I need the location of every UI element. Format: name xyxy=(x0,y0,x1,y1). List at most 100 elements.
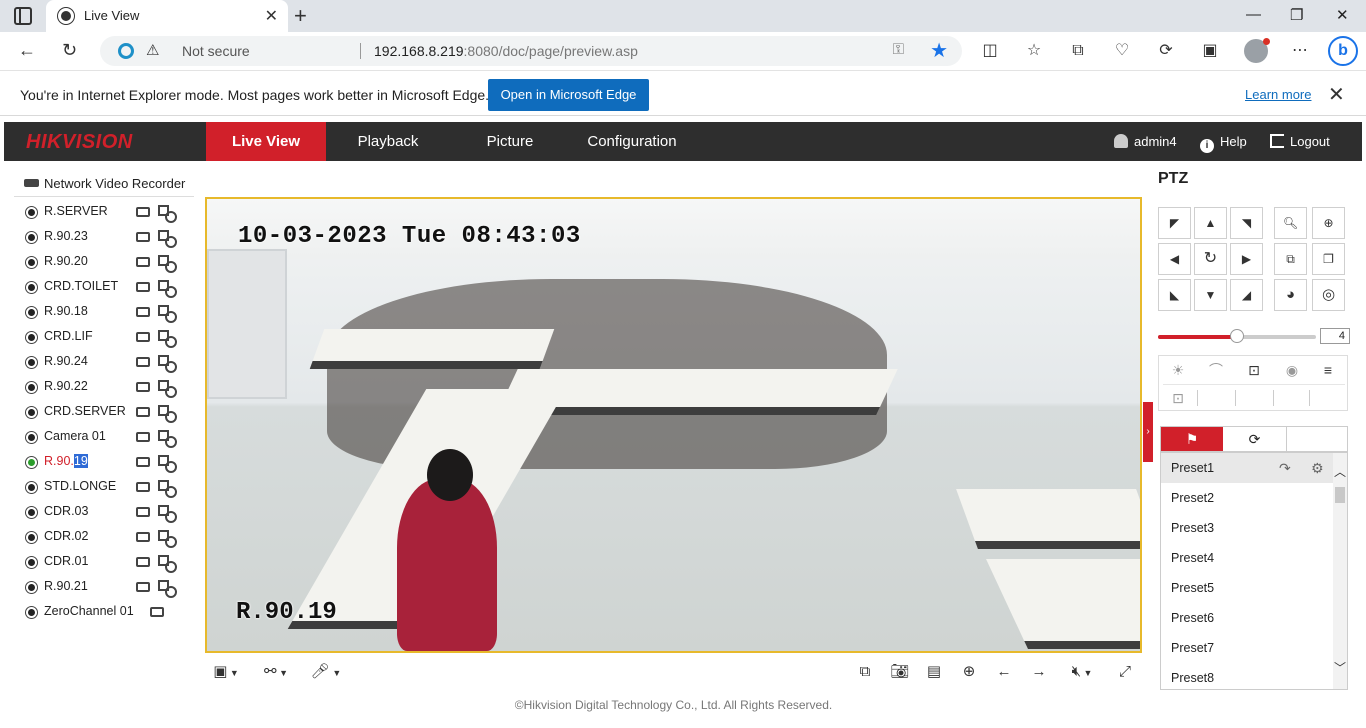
zoom-out-button[interactable]: 🔍︎ xyxy=(1274,207,1307,239)
camera-item[interactable]: R.SERVER xyxy=(26,204,194,224)
record-icon[interactable] xyxy=(136,282,150,292)
record-clip-icon[interactable]: ▤ xyxy=(921,662,947,682)
camera-item[interactable]: CRD.LIF xyxy=(26,329,194,349)
ptz-icon[interactable] xyxy=(158,230,177,248)
scroll-thumb[interactable] xyxy=(1335,487,1345,503)
record-icon[interactable] xyxy=(136,257,150,267)
tab-patrol-icon[interactable]: ⟳ xyxy=(1223,427,1287,451)
ptz-right-up-button[interactable]: ◥ xyxy=(1230,207,1263,239)
camera-item[interactable]: CDR.01 xyxy=(26,554,194,574)
ptz-icon[interactable] xyxy=(158,480,177,498)
iris-open-button[interactable]: ◎ xyxy=(1312,279,1345,311)
refresh-icon[interactable]: ↻ xyxy=(62,40,77,61)
screenshot-icon[interactable]: ▣ xyxy=(1198,39,1222,63)
ptz-right-button[interactable]: ▶ xyxy=(1230,243,1263,275)
url-text[interactable]: 192.168.8.219:8080/doc/page/preview.asp xyxy=(374,43,638,59)
list-item[interactable]: Preset7 xyxy=(1161,633,1333,663)
more-menu-icon[interactable]: ⋯ xyxy=(1288,39,1312,63)
ptz-icon[interactable] xyxy=(158,355,177,373)
nav-live-view[interactable]: Live View xyxy=(206,122,326,161)
stop-all-icon[interactable]: ⧉ xyxy=(852,662,878,682)
record-icon[interactable] xyxy=(136,482,150,492)
ptz-icon[interactable] xyxy=(158,430,177,448)
key-icon[interactable]: ⚿ xyxy=(893,41,904,58)
ptz-left-up-button[interactable]: ◤ xyxy=(1158,207,1191,239)
bing-icon[interactable]: b xyxy=(1328,36,1358,66)
list-item[interactable]: Preset4 xyxy=(1161,543,1333,573)
ptz-icon[interactable] xyxy=(158,405,177,423)
collections-icon[interactable]: ⧉ xyxy=(1066,39,1090,63)
nav-picture[interactable]: Picture xyxy=(450,122,570,161)
record-icon[interactable] xyxy=(136,557,150,567)
nav-configuration[interactable]: Configuration xyxy=(572,122,692,161)
browser-tab[interactable]: Live View ✕ xyxy=(46,0,288,32)
scroll-up-icon[interactable]: ︿ xyxy=(1333,463,1347,480)
back-icon[interactable]: ← xyxy=(18,40,36,61)
light-icon[interactable]: ☀ xyxy=(1159,356,1197,384)
camera-item[interactable]: R.90.20 xyxy=(26,254,194,274)
user-menu[interactable]: admin4 xyxy=(1114,134,1177,149)
warning-icon[interactable]: ⚠ xyxy=(146,41,159,59)
ptz-icon[interactable] xyxy=(158,505,177,523)
nvr-root[interactable]: Network Video Recorder xyxy=(24,176,185,191)
open-in-edge-button[interactable]: Open in Microsoft Edge xyxy=(488,79,649,111)
lens-init-icon[interactable]: ◉ xyxy=(1273,356,1311,384)
record-icon[interactable] xyxy=(136,532,150,542)
ptz-speed-value[interactable]: 4 xyxy=(1320,328,1350,344)
tab-pattern[interactable] xyxy=(1287,427,1347,451)
tab-close-icon[interactable]: ✕ xyxy=(265,6,278,26)
ptz-icon[interactable] xyxy=(158,580,177,598)
browser-essentials-icon[interactable]: ♡ xyxy=(1110,39,1134,63)
camera-item[interactable]: R.90.18 xyxy=(26,304,194,324)
previous-page-icon[interactable]: ← xyxy=(991,662,1017,682)
ptz-speed-slider[interactable] xyxy=(1158,329,1316,343)
focus-far-button[interactable]: ❐ xyxy=(1312,243,1345,275)
record-icon[interactable] xyxy=(150,607,164,617)
more-settings-icon[interactable]: ≡ xyxy=(1309,356,1347,384)
restore-icon[interactable]: ❐ xyxy=(1290,6,1303,24)
record-icon[interactable] xyxy=(136,307,150,317)
window-close-icon[interactable]: ✕ xyxy=(1336,6,1349,24)
ptz-speed-knob[interactable] xyxy=(1230,329,1244,343)
ptz-icon[interactable] xyxy=(158,555,177,573)
tab-presets-flag-icon[interactable]: ⚑ xyxy=(1161,427,1223,451)
list-item[interactable]: Preset1 ↷ ⚙ xyxy=(1161,453,1333,483)
ptz-icon[interactable] xyxy=(158,380,177,398)
nav-playback[interactable]: Playback xyxy=(328,122,448,161)
new-tab-icon[interactable]: + xyxy=(294,3,307,29)
focus-near-button[interactable]: ⧉ xyxy=(1274,243,1307,275)
record-icon[interactable] xyxy=(136,382,150,392)
camera-item[interactable]: CRD.SERVER xyxy=(26,404,194,424)
address-bar[interactable]: ⚠ Not secure 192.168.8.219:8080/doc/page… xyxy=(100,36,962,66)
list-item[interactable]: Preset8 xyxy=(1161,663,1333,689)
ptz-icon[interactable] xyxy=(158,205,177,223)
camera-item[interactable]: CRD.TOILET xyxy=(26,279,194,299)
help-link[interactable]: i Help xyxy=(1200,134,1247,153)
gear-icon[interactable]: ⚙ xyxy=(1311,453,1324,483)
microphone-icon[interactable]: 🎤︎ ▼ xyxy=(308,662,344,682)
one-touch-focus-icon[interactable]: ⊡ xyxy=(1235,356,1273,384)
favorite-star-icon[interactable]: ★ xyxy=(930,38,948,63)
zoom-icon[interactable]: ⊕ xyxy=(956,662,982,682)
camera-item[interactable]: CDR.03 xyxy=(26,504,194,524)
live-video-view[interactable]: 10-03-2023 Tue 08:43:03 R.90.19 xyxy=(205,197,1142,653)
copilot-icon[interactable]: ⟳ xyxy=(1154,39,1178,63)
ptz-icon[interactable] xyxy=(158,280,177,298)
camera-item[interactable]: Camera 01 xyxy=(26,429,194,449)
ptz-icon[interactable] xyxy=(158,305,177,323)
camera-item-active[interactable]: R.90.19 xyxy=(26,454,194,474)
camera-item[interactable]: R.90.21 xyxy=(26,579,194,599)
stream-type-icon[interactable]: ⚯ ▼ xyxy=(258,662,294,682)
not-secure-label[interactable]: Not secure xyxy=(182,43,250,59)
record-icon[interactable] xyxy=(136,232,150,242)
window-layout-icon[interactable]: ▣ ▼ xyxy=(208,662,244,682)
favorites-icon[interactable]: ☆ xyxy=(1022,39,1046,63)
camera-item[interactable]: R.90.23 xyxy=(26,229,194,249)
ptz-up-button[interactable]: ▲ xyxy=(1194,207,1227,239)
preset-scrollbar[interactable]: ︿ ﹀ xyxy=(1333,453,1347,689)
ptz-down-button[interactable]: ▼ xyxy=(1194,279,1227,311)
collapse-ptz-handle[interactable]: › xyxy=(1143,402,1153,462)
record-icon[interactable] xyxy=(136,582,150,592)
ptz-left-button[interactable]: ◀ xyxy=(1158,243,1191,275)
list-item[interactable]: Preset2 xyxy=(1161,483,1333,513)
